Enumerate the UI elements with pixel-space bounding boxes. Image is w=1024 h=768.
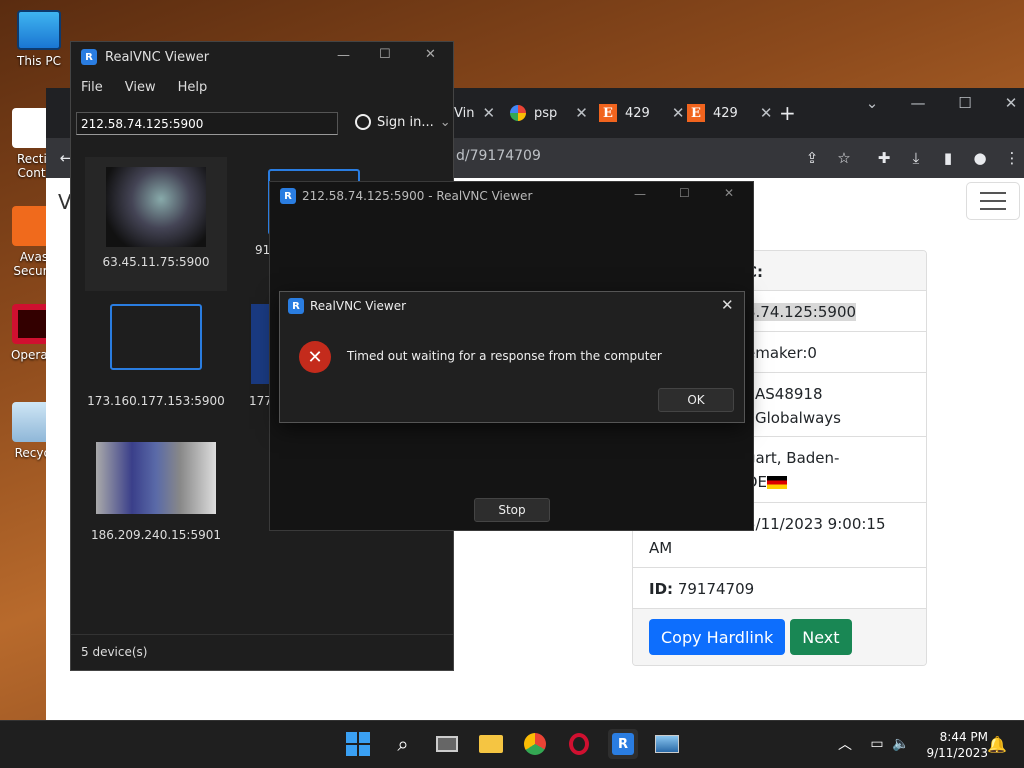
etsy-icon: E <box>687 104 705 122</box>
browser-tab[interactable]: E 429 ✕ <box>687 98 772 128</box>
notification-bell-icon[interactable]: 🔔 <box>984 731 1010 757</box>
chrome-icon[interactable] <box>522 731 548 757</box>
minimize-button[interactable]: — <box>895 88 941 118</box>
device-thumbnail <box>96 442 216 514</box>
download-icon[interactable]: ⤓ <box>906 148 926 168</box>
new-tab-button[interactable]: + <box>779 98 796 128</box>
device-thumbnail <box>106 167 206 247</box>
start-button[interactable] <box>345 731 371 757</box>
vnc-menubar: File View Help <box>71 72 453 102</box>
card-row-id: ID: 79174709 <box>633 568 926 609</box>
user-icon <box>355 114 371 130</box>
opera-icon[interactable] <box>566 731 592 757</box>
volume-muted-icon[interactable]: 🔈 <box>888 731 914 757</box>
network-icon[interactable]: ▭ <box>864 731 890 757</box>
close-icon[interactable]: ✕ <box>672 104 685 122</box>
task-view-icon[interactable] <box>434 731 460 757</box>
minimize-button[interactable]: — <box>337 48 350 63</box>
device-card[interactable]: 63.45.11.75:5900 <box>85 157 227 291</box>
sign-in-button[interactable]: Sign in... ⌄ <box>355 114 451 130</box>
device-count-status: 5 device(s) <box>71 634 453 670</box>
desktop-icon-this-pc[interactable]: This PC <box>9 10 69 68</box>
chevron-down-icon: ⌄ <box>439 114 451 130</box>
sidepanel-icon[interactable]: ▮ <box>938 148 958 168</box>
dialog-titlebar: R RealVNC Viewer ✕ <box>280 292 744 320</box>
address-search-input[interactable] <box>76 112 338 135</box>
card-footer: Copy Hardlink Next <box>633 609 926 665</box>
maximize-button[interactable]: ☐ <box>942 88 988 118</box>
germany-flag-icon <box>767 476 788 489</box>
menu-help[interactable]: Help <box>178 80 208 95</box>
close-icon[interactable]: ✕ <box>575 104 588 122</box>
browser-tab[interactable]: E 429 ✕ <box>599 98 684 128</box>
vnc-titlebar: R RealVNC Viewer — ☐ ✕ <box>71 42 453 72</box>
device-thumbnail <box>251 304 271 384</box>
monitor-icon <box>110 304 202 370</box>
google-icon <box>510 105 526 121</box>
device-card[interactable]: 186.209.240.15:5901 <box>85 432 227 566</box>
file-explorer-icon[interactable] <box>478 731 504 757</box>
browser-tab[interactable]: psp ✕ <box>510 98 588 128</box>
share-icon[interactable]: ⇪ <box>802 148 822 168</box>
photos-icon[interactable] <box>654 731 680 757</box>
close-icon[interactable]: ✕ <box>482 104 495 122</box>
bookmark-star-icon[interactable]: ☆ <box>834 148 854 168</box>
close-button[interactable]: ✕ <box>724 186 734 200</box>
this-pc-icon <box>17 10 61 50</box>
url-text[interactable]: d/79174709 <box>456 148 541 164</box>
system-clock[interactable]: 8:44 PM 9/11/2023 <box>926 729 988 761</box>
realvnc-logo-icon: R <box>288 298 304 314</box>
chevron-up-icon[interactable]: ︿ <box>832 731 858 757</box>
etsy-icon: E <box>599 104 617 122</box>
desktop-icon-label: This PC <box>17 54 61 68</box>
close-icon[interactable]: ✕ <box>760 104 773 122</box>
realvnc-logo-icon: R <box>81 49 97 65</box>
device-card[interactable]: 173.160.177.153:5900 <box>85 294 227 428</box>
ok-button[interactable]: OK <box>658 388 734 412</box>
browser-tab[interactable]: Vin ✕ <box>454 98 495 128</box>
close-button[interactable]: ✕ <box>988 88 1024 118</box>
error-icon: ✕ <box>299 341 331 373</box>
connection-titlebar: R 212.58.74.125:5900 - RealVNC Viewer — … <box>270 182 753 210</box>
maximize-button[interactable]: ☐ <box>679 186 690 200</box>
taskbar: ⌕ R ︿ ▭ 🔈 8:44 PM 9/11/2023 🔔 <box>0 720 1024 768</box>
menu-view[interactable]: View <box>125 80 156 95</box>
close-button[interactable]: ✕ <box>425 47 436 62</box>
search-icon[interactable]: ⌕ <box>390 731 416 757</box>
maximize-button[interactable]: ☐ <box>379 47 391 62</box>
realvnc-taskbar-icon[interactable]: R <box>608 729 638 759</box>
minimize-button[interactable]: — <box>634 187 646 201</box>
extensions-icon[interactable]: ✚ <box>874 148 894 168</box>
realvnc-logo-icon: R <box>280 188 296 204</box>
profile-icon[interactable]: ● <box>970 148 990 168</box>
error-dialog: R RealVNC Viewer ✕ ✕ Timed out waiting f… <box>279 291 745 423</box>
hamburger-menu-icon[interactable] <box>966 182 1020 220</box>
chevron-down-icon[interactable]: ⌄ <box>849 88 895 118</box>
error-message: Timed out waiting for a response from th… <box>347 349 662 363</box>
next-button[interactable]: Next <box>790 619 852 655</box>
windows-logo-icon <box>346 732 370 756</box>
vnc-search-row: Sign in... ⌄ <box>71 102 453 142</box>
close-button[interactable]: ✕ <box>721 296 734 314</box>
menu-file[interactable]: File <box>81 80 103 95</box>
copy-hardlink-button[interactable]: Copy Hardlink <box>649 619 786 655</box>
kebab-menu-icon[interactable]: ⋮ <box>1002 148 1022 168</box>
stop-button[interactable]: Stop <box>474 498 550 522</box>
